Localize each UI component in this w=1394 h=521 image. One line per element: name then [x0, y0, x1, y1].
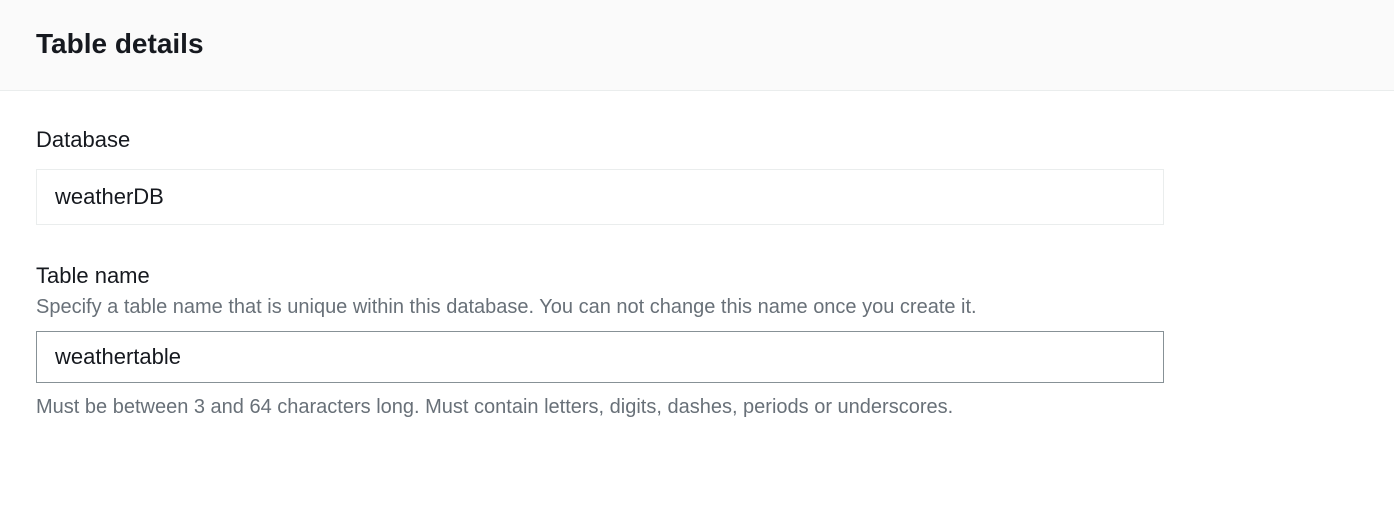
table-name-label: Table name — [36, 263, 1358, 289]
table-name-input[interactable] — [36, 331, 1164, 383]
section-title: Table details — [36, 28, 1358, 60]
database-value: weatherDB — [36, 169, 1164, 225]
form-body: Database weatherDB Table name Specify a … — [0, 91, 1394, 451]
database-field-group: Database weatherDB — [36, 127, 1358, 225]
table-name-hint: Must be between 3 and 64 characters long… — [36, 393, 1358, 421]
table-name-field-group: Table name Specify a table name that is … — [36, 263, 1358, 421]
section-header: Table details — [0, 0, 1394, 91]
table-name-description: Specify a table name that is unique with… — [36, 293, 1358, 321]
database-label: Database — [36, 127, 1358, 153]
